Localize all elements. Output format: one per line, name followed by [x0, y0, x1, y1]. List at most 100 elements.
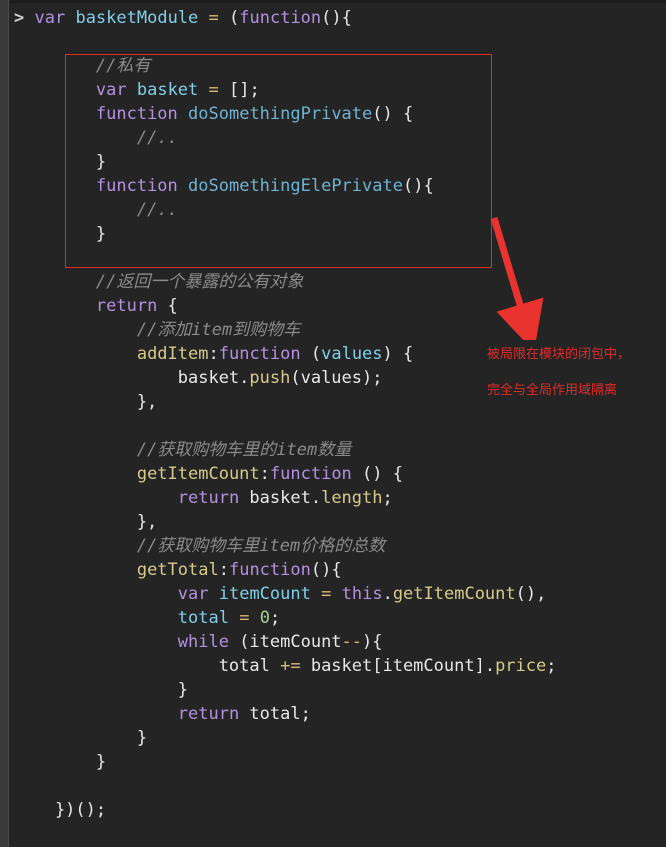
code-token-prop: length	[321, 488, 383, 508]
code-token-kw: var	[34, 8, 66, 28]
code-token-plain: },	[14, 512, 158, 532]
code-token-plain: basket.	[239, 488, 322, 508]
code-token-prop: price	[495, 656, 547, 676]
code-token-op: --	[341, 632, 363, 652]
code-token-kw: function	[218, 344, 301, 364]
code-line: function doSomethingPrivate() {	[0, 102, 666, 126]
code-screenshot: > var basketModule = (function(){ //私有 v…	[0, 0, 666, 847]
code-line: return {	[0, 294, 666, 318]
code-line: getTotal:function(){	[0, 558, 666, 582]
code-token-ident: itemCount	[218, 584, 311, 604]
code-token-plain: (){	[321, 8, 352, 28]
code-token-cmt: //返回一个暴露的公有对象	[95, 272, 304, 292]
code-token-plain: (	[218, 8, 240, 28]
code-line: > var basketModule = (function(){	[0, 6, 666, 30]
code-line: return total;	[0, 702, 666, 726]
code-line: var basket = [];	[0, 78, 666, 102]
code-token-prop: addItem	[136, 344, 209, 364]
code-token-plain: ;	[382, 488, 393, 508]
code-token-cmt: //获取购物车里item价格的总数	[136, 536, 386, 556]
code-token-plain: total;	[239, 704, 311, 724]
annotation-note: 被局限在模块的闭包中， 完全与全局作用域隔离	[487, 328, 662, 418]
code-token-plain: [];	[218, 80, 260, 100]
code-token-plain: total	[14, 656, 281, 676]
code-line: total = 0;	[0, 606, 666, 630]
code-token-op: =	[208, 80, 219, 100]
code-token-cmt: //获取购物车里的item数量	[136, 440, 352, 460]
code-line: },	[0, 510, 666, 534]
code-line: //私有	[0, 54, 666, 78]
code-token-plain: (),	[515, 584, 547, 604]
code-token-plain: }	[14, 728, 148, 748]
code-line: return basket.length;	[0, 486, 666, 510]
code-token-cmt: //私有	[95, 56, 151, 76]
code-token-cmt: //..	[136, 128, 178, 148]
code-token-plain: ;	[269, 608, 281, 628]
code-line: total += basket[itemCount].price;	[0, 654, 666, 678]
code-token-kw: function	[269, 464, 352, 484]
code-line: }	[0, 222, 666, 246]
code-token-prop: push	[249, 368, 291, 388]
code-token-plain: (values);	[290, 368, 383, 388]
code-line: }	[0, 750, 666, 774]
code-line: function doSomethingElePrivate(){	[0, 174, 666, 198]
code-token-cmt: //..	[136, 200, 178, 220]
code-token-cmt: //添加item到购物车	[136, 320, 301, 340]
code-token-plain: () {	[372, 104, 414, 124]
code-token-kw: var	[95, 80, 127, 100]
code-line: //获取购物车里的item数量	[0, 438, 666, 462]
code-token-op: =	[321, 584, 332, 604]
code-token-plain: (itemCount	[228, 632, 342, 652]
code-token-prompt: >	[14, 8, 35, 28]
code-token-plain: ){	[362, 632, 383, 652]
code-token-plain: (){	[402, 176, 434, 196]
code-token-plain: ;	[546, 656, 557, 676]
annotation-line-2: 完全与全局作用域隔离	[487, 383, 618, 398]
code-token-plain: :	[218, 560, 229, 580]
code-token-plain: }	[14, 152, 107, 172]
code-token-plain: () {	[351, 464, 403, 484]
code-token-plain: (){	[310, 560, 342, 580]
code-line: //返回一个暴露的公有对象	[0, 270, 666, 294]
code-token-plain: basket.	[14, 368, 250, 388]
code-token-kw: return	[95, 296, 158, 316]
code-token-plain: :	[208, 344, 219, 364]
code-token-plain: ) {	[382, 344, 414, 364]
code-token-ident: basket	[136, 80, 199, 100]
code-line: })();	[0, 798, 666, 822]
code-token-plain: },	[14, 392, 158, 412]
code-token-ident: total	[177, 608, 229, 628]
code-token-fn: doSomethingPrivate	[188, 104, 373, 124]
code-line: //..	[0, 126, 666, 150]
code-token-param: values	[321, 344, 383, 364]
code-token-kw: return	[177, 488, 240, 508]
code-line: }	[0, 150, 666, 174]
code-token-fn: doSomethingElePrivate	[188, 176, 403, 196]
code-token-plain: :	[259, 464, 270, 484]
code-token-kw: return	[177, 704, 240, 724]
code-token-kw: function	[95, 104, 178, 124]
code-token-plain: (	[300, 344, 322, 364]
